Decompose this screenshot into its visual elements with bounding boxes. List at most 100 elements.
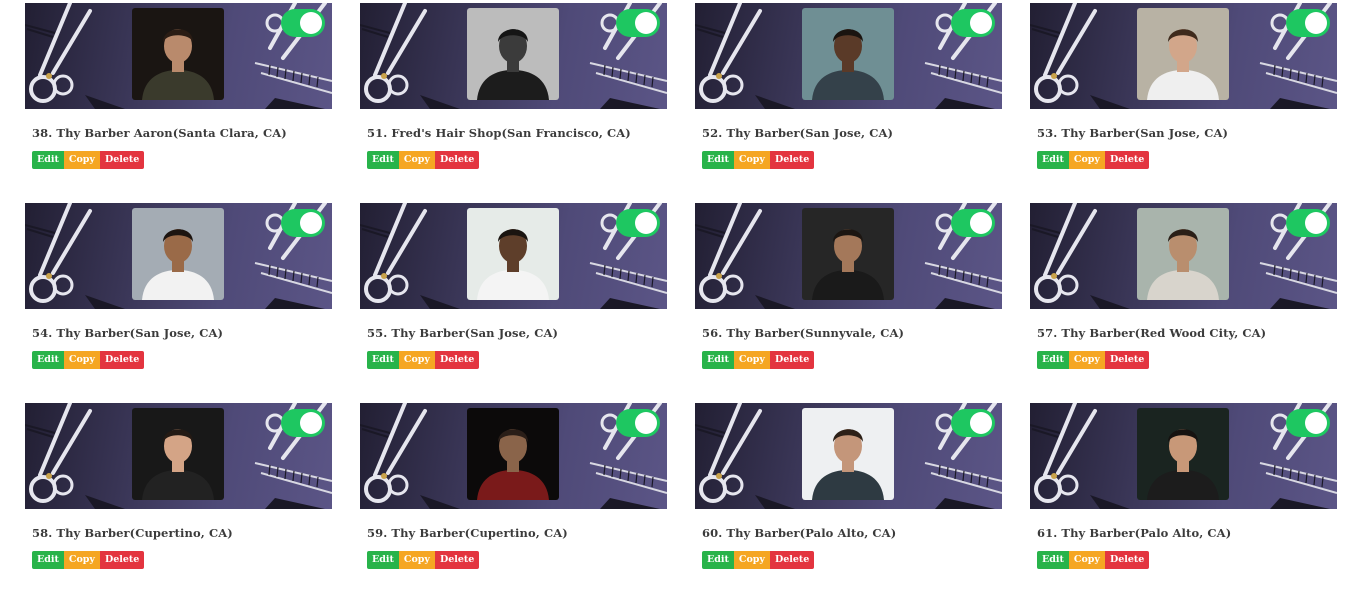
active-toggle[interactable] bbox=[951, 9, 995, 37]
person-avatar-icon bbox=[467, 8, 559, 100]
card-banner bbox=[25, 3, 332, 109]
active-toggle[interactable] bbox=[1286, 9, 1330, 37]
active-toggle[interactable] bbox=[616, 9, 660, 37]
barber-title: 57. Thy Barber(Red Wood City, CA) bbox=[1037, 326, 1267, 340]
edit-button[interactable]: Edit bbox=[702, 351, 734, 369]
edit-button[interactable]: Edit bbox=[32, 351, 64, 369]
edit-button[interactable]: Edit bbox=[32, 151, 64, 169]
barber-photo[interactable] bbox=[467, 208, 559, 300]
edit-button[interactable]: Edit bbox=[702, 151, 734, 169]
barber-photo[interactable] bbox=[802, 8, 894, 100]
card-banner bbox=[1030, 203, 1337, 309]
barber-card: 60. Thy Barber(Palo Alto, CA) Edit Copy … bbox=[695, 403, 1002, 603]
active-toggle[interactable] bbox=[281, 209, 325, 237]
edit-button[interactable]: Edit bbox=[702, 551, 734, 569]
copy-button[interactable]: Copy bbox=[398, 551, 435, 569]
delete-button[interactable]: Delete bbox=[1104, 551, 1150, 569]
edit-button[interactable]: Edit bbox=[367, 151, 399, 169]
barber-card: 51. Fred's Hair Shop(San Francisco, CA) … bbox=[360, 3, 667, 203]
person-avatar-icon bbox=[467, 408, 559, 500]
barber-card: 54. Thy Barber(San Jose, CA) Edit Copy D… bbox=[25, 203, 332, 403]
copy-button[interactable]: Copy bbox=[63, 551, 100, 569]
barber-card: 52. Thy Barber(San Jose, CA) Edit Copy D… bbox=[695, 3, 1002, 203]
copy-button[interactable]: Copy bbox=[733, 151, 770, 169]
card-actions: Edit Copy Delete bbox=[367, 151, 480, 169]
delete-button[interactable]: Delete bbox=[99, 351, 145, 369]
barber-photo[interactable] bbox=[467, 408, 559, 500]
person-avatar-icon bbox=[1137, 408, 1229, 500]
card-banner bbox=[360, 3, 667, 109]
delete-button[interactable]: Delete bbox=[434, 551, 480, 569]
active-toggle[interactable] bbox=[951, 209, 995, 237]
toggle-knob bbox=[970, 12, 992, 34]
delete-button[interactable]: Delete bbox=[1104, 151, 1150, 169]
barber-card: 57. Thy Barber(Red Wood City, CA) Edit C… bbox=[1030, 203, 1337, 403]
barber-photo[interactable] bbox=[802, 208, 894, 300]
barber-grid: 38. Thy Barber Aaron(Santa Clara, CA) Ed… bbox=[25, 3, 1337, 603]
card-banner bbox=[1030, 403, 1337, 509]
barber-title: 55. Thy Barber(San Jose, CA) bbox=[367, 326, 559, 340]
edit-button[interactable]: Edit bbox=[1037, 551, 1069, 569]
copy-button[interactable]: Copy bbox=[398, 351, 435, 369]
barber-card: 56. Thy Barber(Sunnyvale, CA) Edit Copy … bbox=[695, 203, 1002, 403]
copy-button[interactable]: Copy bbox=[733, 351, 770, 369]
edit-button[interactable]: Edit bbox=[1037, 351, 1069, 369]
barber-title: 51. Fred's Hair Shop(San Francisco, CA) bbox=[367, 126, 631, 140]
active-toggle[interactable] bbox=[281, 9, 325, 37]
barber-photo[interactable] bbox=[1137, 208, 1229, 300]
card-banner bbox=[695, 3, 1002, 109]
delete-button[interactable]: Delete bbox=[769, 551, 815, 569]
card-actions: Edit Copy Delete bbox=[1037, 551, 1150, 569]
barber-photo[interactable] bbox=[467, 8, 559, 100]
barber-title: 59. Thy Barber(Cupertino, CA) bbox=[367, 526, 568, 540]
barber-title: 61. Thy Barber(Palo Alto, CA) bbox=[1037, 526, 1232, 540]
edit-button[interactable]: Edit bbox=[1037, 151, 1069, 169]
edit-button[interactable]: Edit bbox=[367, 551, 399, 569]
edit-button[interactable]: Edit bbox=[367, 351, 399, 369]
barber-photo[interactable] bbox=[1137, 408, 1229, 500]
barber-card: 58. Thy Barber(Cupertino, CA) Edit Copy … bbox=[25, 403, 332, 603]
copy-button[interactable]: Copy bbox=[63, 151, 100, 169]
card-actions: Edit Copy Delete bbox=[367, 351, 480, 369]
delete-button[interactable]: Delete bbox=[99, 551, 145, 569]
delete-button[interactable]: Delete bbox=[1104, 351, 1150, 369]
card-actions: Edit Copy Delete bbox=[367, 551, 480, 569]
active-toggle[interactable] bbox=[281, 409, 325, 437]
card-banner bbox=[695, 203, 1002, 309]
active-toggle[interactable] bbox=[616, 209, 660, 237]
toggle-knob bbox=[970, 412, 992, 434]
barber-title: 53. Thy Barber(San Jose, CA) bbox=[1037, 126, 1229, 140]
card-actions: Edit Copy Delete bbox=[32, 151, 145, 169]
delete-button[interactable]: Delete bbox=[99, 151, 145, 169]
delete-button[interactable]: Delete bbox=[434, 151, 480, 169]
person-avatar-icon bbox=[132, 208, 224, 300]
active-toggle[interactable] bbox=[1286, 409, 1330, 437]
barber-photo[interactable] bbox=[132, 408, 224, 500]
copy-button[interactable]: Copy bbox=[1068, 551, 1105, 569]
card-actions: Edit Copy Delete bbox=[1037, 351, 1150, 369]
active-toggle[interactable] bbox=[616, 409, 660, 437]
copy-button[interactable]: Copy bbox=[1068, 351, 1105, 369]
copy-button[interactable]: Copy bbox=[733, 551, 770, 569]
copy-button[interactable]: Copy bbox=[63, 351, 100, 369]
barber-photo[interactable] bbox=[1137, 8, 1229, 100]
toggle-knob bbox=[1305, 12, 1327, 34]
active-toggle[interactable] bbox=[951, 409, 995, 437]
active-toggle[interactable] bbox=[1286, 209, 1330, 237]
toggle-knob bbox=[300, 12, 322, 34]
delete-button[interactable]: Delete bbox=[769, 151, 815, 169]
barber-photo[interactable] bbox=[802, 408, 894, 500]
toggle-knob bbox=[635, 12, 657, 34]
delete-button[interactable]: Delete bbox=[769, 351, 815, 369]
barber-photo[interactable] bbox=[132, 8, 224, 100]
delete-button[interactable]: Delete bbox=[434, 351, 480, 369]
barber-card: 59. Thy Barber(Cupertino, CA) Edit Copy … bbox=[360, 403, 667, 603]
person-avatar-icon bbox=[802, 208, 894, 300]
toggle-knob bbox=[300, 212, 322, 234]
toggle-knob bbox=[1305, 212, 1327, 234]
edit-button[interactable]: Edit bbox=[32, 551, 64, 569]
copy-button[interactable]: Copy bbox=[1068, 151, 1105, 169]
copy-button[interactable]: Copy bbox=[398, 151, 435, 169]
toggle-knob bbox=[1305, 412, 1327, 434]
barber-photo[interactable] bbox=[132, 208, 224, 300]
